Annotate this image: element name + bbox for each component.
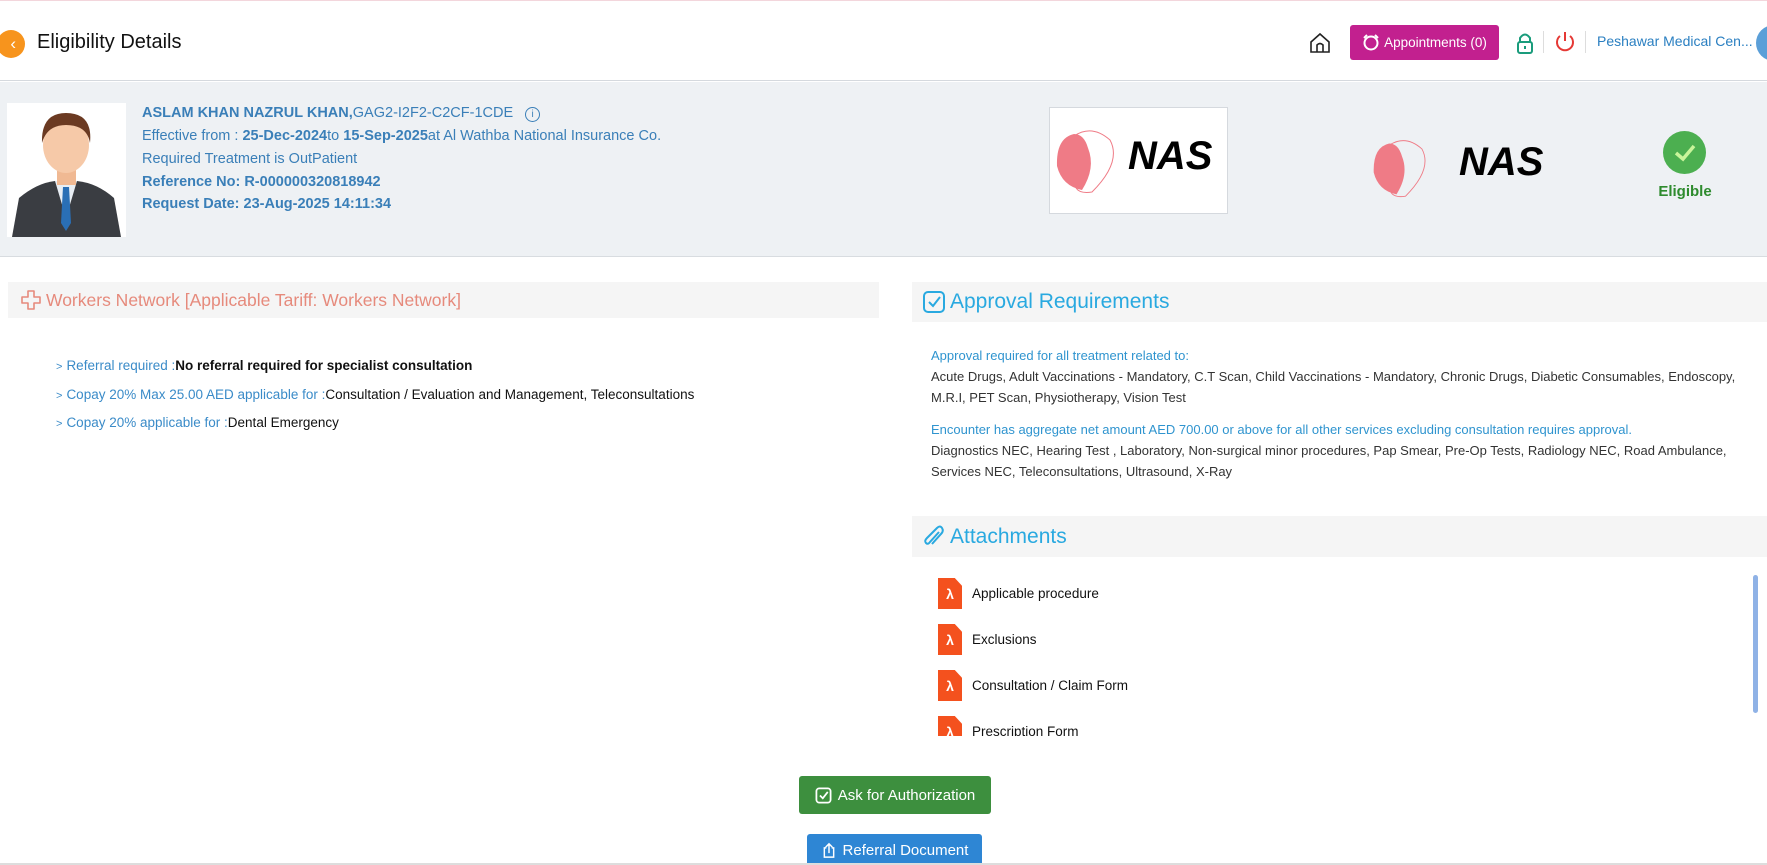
item-value: Consultation / Evaluation and Management… bbox=[325, 387, 695, 402]
divider bbox=[1585, 31, 1586, 53]
approval-header: Approval Requirements bbox=[912, 282, 1767, 322]
insurer: at Al Wathba National Insurance Co. bbox=[427, 128, 662, 144]
attachments-title: Attachments bbox=[950, 524, 1067, 548]
upload-icon bbox=[823, 842, 834, 858]
approval-block-title: Encounter has aggregate net amount AED 7… bbox=[931, 422, 1632, 437]
to-label: to bbox=[327, 128, 344, 144]
heart-logo-icon bbox=[1056, 130, 1114, 193]
logo-text: NAS bbox=[1459, 140, 1544, 184]
divider bbox=[1543, 31, 1544, 53]
pdf-icon: λ bbox=[938, 716, 962, 736]
insurer-logo: NAS bbox=[1369, 130, 1551, 200]
patient-photo bbox=[7, 103, 126, 237]
effective-dates: Effective from : 25-Dec-2024to 15-Sep-20… bbox=[142, 128, 661, 144]
request-date: Request Date: 23-Aug-2025 14:11:34 bbox=[142, 196, 392, 212]
item-key: Referral required : bbox=[66, 358, 176, 373]
chevron-right-icon: > bbox=[56, 361, 63, 373]
approval-block: Encounter has aggregate net amount AED 7… bbox=[931, 419, 1761, 482]
attachment-item[interactable]: λ Prescription Form bbox=[938, 716, 1079, 736]
lock-icon[interactable] bbox=[1515, 31, 1535, 55]
attachment-item[interactable]: λ Applicable procedure bbox=[938, 578, 1099, 609]
pdf-icon: λ bbox=[938, 670, 962, 701]
approval-title: Approval Requirements bbox=[950, 290, 1170, 313]
pdf-icon: λ bbox=[938, 624, 962, 655]
header-bar: ‹ Eligibility Details Appointments (0) P… bbox=[0, 1, 1767, 81]
effective-from: 25-Dec-2024 bbox=[242, 128, 328, 144]
network-title: Workers Network [Applicable Tariff: Work… bbox=[46, 289, 461, 310]
page-title: Eligibility Details bbox=[37, 31, 182, 53]
attachment-name: Prescription Form bbox=[972, 724, 1079, 736]
effective-to: 15-Sep-2025 bbox=[343, 128, 428, 144]
chevron-right-icon: > bbox=[56, 390, 63, 402]
item-value: Dental Emergency bbox=[227, 415, 339, 430]
appointments-button[interactable]: Appointments (0) bbox=[1350, 25, 1499, 60]
approval-block-value: Acute Drugs, Adult Vaccinations - Mandat… bbox=[931, 369, 1736, 405]
appointments-label: Appointments (0) bbox=[1384, 35, 1487, 50]
chevron-left-icon: ‹ bbox=[10, 34, 16, 53]
approval-block-value: Diagnostics NEC, Hearing Test , Laborato… bbox=[931, 443, 1727, 479]
referral-document-button[interactable]: Referral Document bbox=[807, 834, 982, 865]
patient-name: ASLAM KHAN NAZRUL KHAN, bbox=[142, 105, 353, 121]
user-avatar[interactable] bbox=[1756, 25, 1767, 61]
attachment-name: Consultation / Claim Form bbox=[972, 678, 1129, 693]
pdf-icon: λ bbox=[938, 578, 962, 609]
attachments-header: Attachments bbox=[912, 516, 1767, 557]
checkbox-icon bbox=[923, 291, 945, 313]
network-item: > Copay 20% Max 25.00 AED applicable for … bbox=[56, 387, 694, 402]
approval-block: Approval required for all treatment rela… bbox=[931, 345, 1761, 408]
ask-authorization-button[interactable]: Ask for Authorization bbox=[799, 776, 991, 814]
attachment-item[interactable]: λ Exclusions bbox=[938, 624, 1037, 655]
person-avatar-icon bbox=[12, 113, 121, 237]
attachments-list: λ Applicable procedure λ Exclusions λ Consu… bbox=[912, 570, 1757, 736]
payer-logo: NAS bbox=[1049, 107, 1228, 214]
back-button[interactable]: ‹ bbox=[0, 30, 25, 58]
attachments-scrollbar[interactable] bbox=[1753, 575, 1758, 713]
attachment-name: Exclusions bbox=[972, 632, 1037, 647]
treatment-type: Required Treatment is OutPatient bbox=[142, 151, 358, 167]
attachment-item[interactable]: λ Consultation / Claim Form bbox=[938, 670, 1128, 701]
alarm-clock-icon bbox=[1363, 33, 1379, 50]
attachment-name: Applicable procedure bbox=[972, 586, 1099, 601]
paperclip-icon bbox=[924, 525, 944, 545]
heart-logo-icon bbox=[1373, 140, 1426, 198]
item-value: No referral required for specialist cons… bbox=[175, 358, 473, 373]
member-id: GAG2-I2F2-C2CF-1CDE bbox=[352, 105, 514, 121]
referral-document-label: Referral Document bbox=[842, 842, 969, 859]
ask-authorization-label: Ask for Authorization bbox=[837, 786, 976, 804]
reference-number: Reference No: R-000000320818942 bbox=[142, 174, 381, 190]
facility-name[interactable]: Peshawar Medical Cen... bbox=[1597, 33, 1753, 49]
patient-name-line: ASLAM KHAN NAZRUL KHAN,GAG2-I2F2-C2CF-1C… bbox=[142, 105, 541, 122]
network-header: Workers Network [Applicable Tariff: Work… bbox=[8, 282, 879, 318]
network-item: > Referral required :No referral required… bbox=[56, 358, 472, 373]
network-item: > Copay 20% applicable for :Dental Emerge… bbox=[56, 415, 339, 430]
item-key: Copay 20% applicable for : bbox=[66, 415, 228, 430]
home-icon[interactable] bbox=[1308, 31, 1332, 55]
approval-block-title: Approval required for all treatment rela… bbox=[931, 348, 1189, 363]
chevron-right-icon: > bbox=[56, 418, 63, 430]
item-key: Copay 20% Max 25.00 AED applicable for : bbox=[66, 387, 326, 402]
checkbox-icon bbox=[815, 787, 832, 803]
logo-text: NAS bbox=[1128, 134, 1213, 178]
medical-cross-icon bbox=[21, 290, 41, 310]
eligibility-status: Eligible bbox=[1658, 183, 1712, 200]
effective-prefix: Effective from : bbox=[142, 128, 243, 144]
power-icon[interactable] bbox=[1554, 30, 1576, 54]
check-circle-icon bbox=[1663, 131, 1706, 174]
info-icon[interactable]: i bbox=[525, 107, 541, 122]
